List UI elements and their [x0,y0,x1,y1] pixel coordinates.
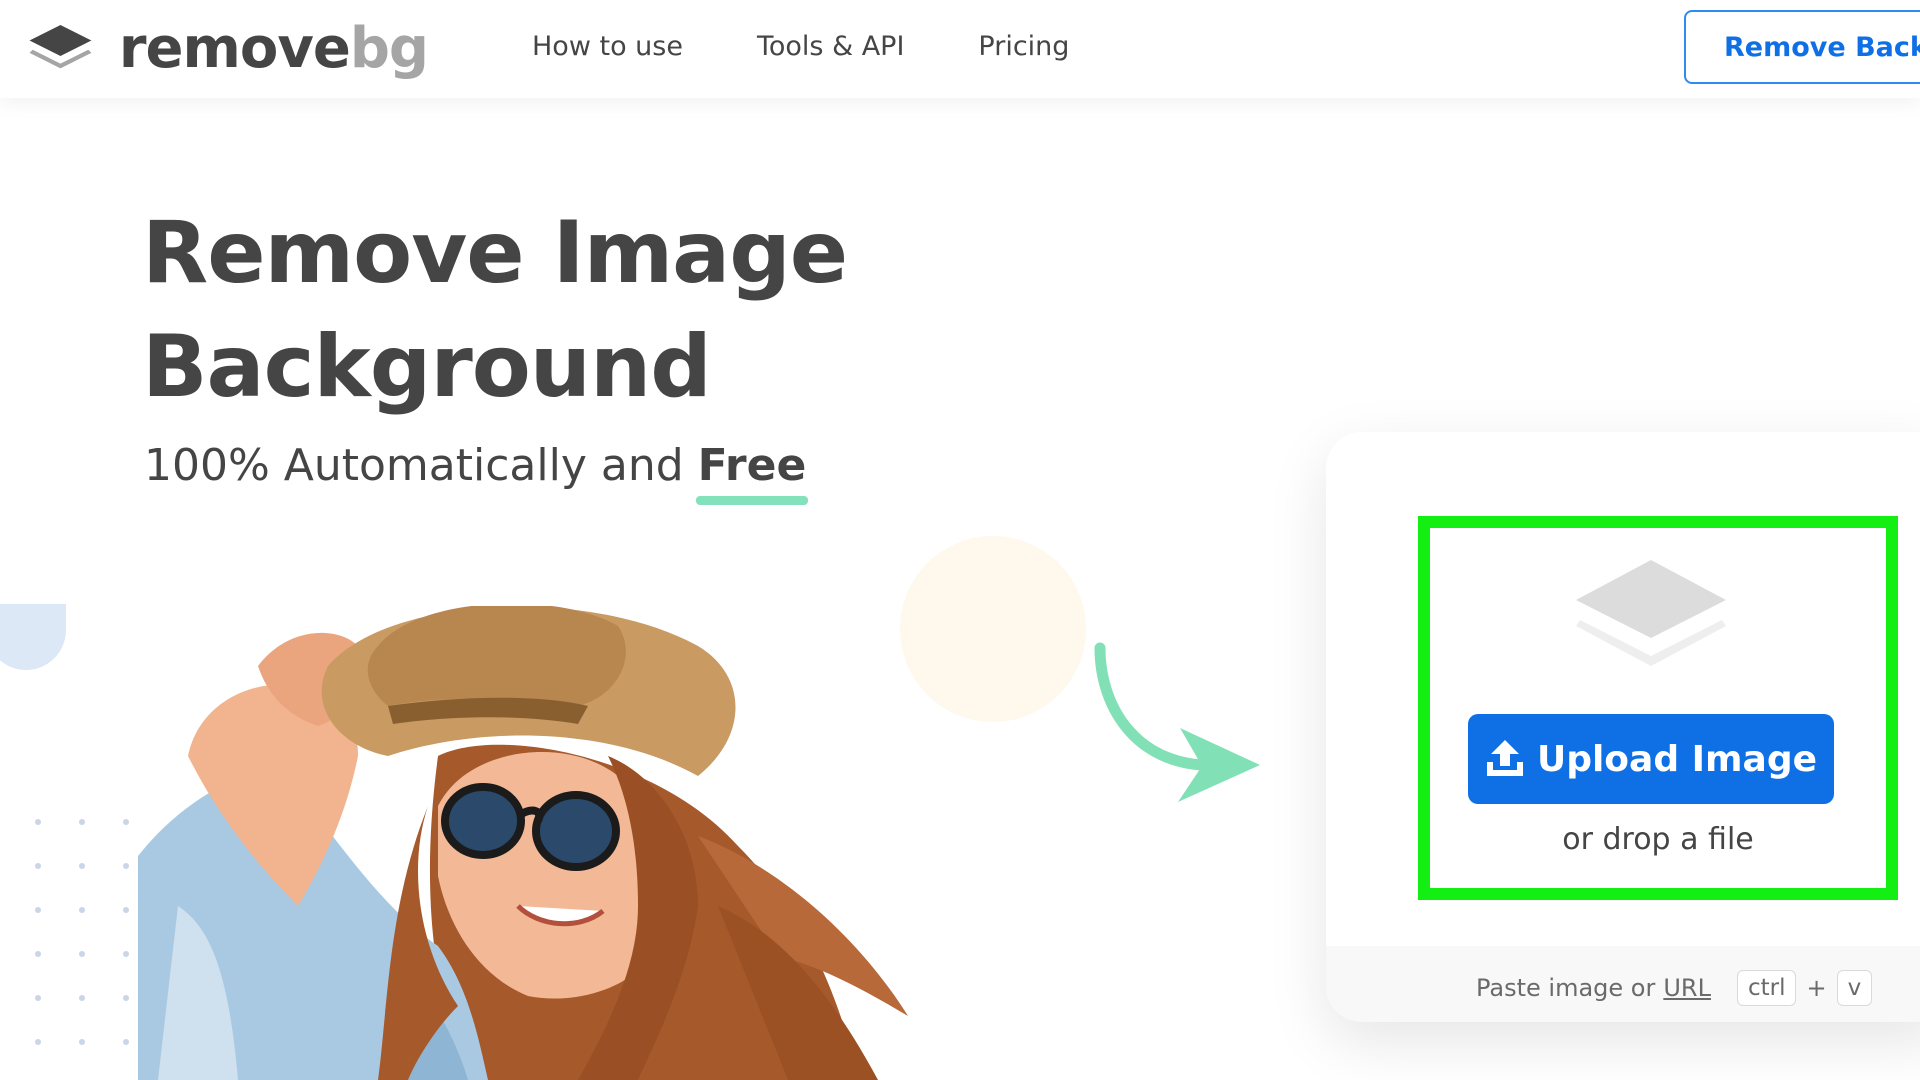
layers-icon [1576,560,1726,666]
decorative-dot-grid [35,819,129,1045]
layers-logo-icon [29,25,92,69]
url-link[interactable]: URL [1663,974,1711,1002]
logo-text-remove: remove [118,16,351,81]
drop-file-text: or drop a file [1562,822,1754,857]
shortcut-plus: + [1806,974,1827,1002]
title-line-2: Background [142,317,712,417]
title-line-1: Remove Image [142,203,848,303]
upload-button-label: Upload Image [1536,738,1818,780]
page-title: Remove Image Background [142,196,902,424]
woman-with-hat-photo [138,606,908,1080]
upload-icon [1486,740,1523,776]
nav-how-to-use[interactable]: How to use [532,31,683,62]
remove-background-button[interactable]: Remove Background [1684,10,1920,84]
nav-pricing[interactable]: Pricing [978,31,1069,62]
subtitle-prefix: 100% Automatically and [144,440,684,491]
decorative-half-circle [0,604,66,670]
decorative-peach-circle [900,536,1086,722]
paste-text: Paste image or [1476,974,1656,1002]
logo-text-bg: bg [349,16,429,81]
main-nav: How to use Tools & API Pricing [532,0,1143,92]
curved-arrow-icon [1094,642,1260,802]
ctrl-key: ctrl [1736,970,1797,1006]
logo-text: removebg [119,21,429,77]
nav-tools-api[interactable]: Tools & API [757,31,904,62]
logo[interactable]: removebg [28,16,429,82]
paste-row: Paste image or URL ctrl + v [1476,968,1878,1008]
hero-subtitle: 100% Automatically and Free [144,440,808,505]
subtitle-free: Free [695,440,808,505]
site-header: removebg How to use Tools & API Pricing … [0,0,1920,98]
upload-image-button[interactable]: Upload Image [1468,714,1834,804]
v-key: v [1836,970,1873,1006]
